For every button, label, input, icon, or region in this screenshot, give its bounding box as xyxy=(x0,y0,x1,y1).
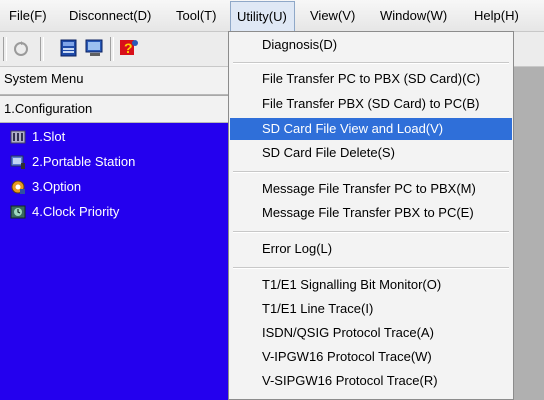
option-icon xyxy=(10,179,26,195)
menu-item-message-file-transfer-pbx-to-pc[interactable]: Message File Transfer PBX to PC(E) xyxy=(230,202,512,224)
menu-item-diagnosis[interactable]: Diagnosis(D) xyxy=(230,34,512,56)
utility-dropdown-menu: Diagnosis(D) File Transfer PC to PBX (SD… xyxy=(228,31,514,400)
background-area xyxy=(514,67,544,400)
clock-priority-icon xyxy=(10,204,26,220)
menu-item-message-file-transfer-pc-to-pbx[interactable]: Message File Transfer PC to PBX(M) xyxy=(230,178,512,200)
menu-separator xyxy=(233,267,509,269)
toolbar-grip xyxy=(3,37,7,61)
menu-item-t1e1-line-trace[interactable]: T1/E1 Line Trace(I) xyxy=(230,298,512,320)
menu-separator xyxy=(233,231,509,233)
menu-window[interactable]: Window(W) xyxy=(380,0,447,31)
tree-item-label: 4.Clock Priority xyxy=(32,204,120,219)
slot-icon xyxy=(10,129,26,145)
toolbar-right-area xyxy=(514,32,544,67)
menu-file[interactable]: File(F) xyxy=(9,0,47,31)
configuration-header[interactable]: 1.Configuration xyxy=(0,96,228,123)
menu-help[interactable]: Help(H) xyxy=(474,0,519,31)
connect-icon[interactable] xyxy=(10,37,32,59)
menu-item-isdn-qsig-protocol-trace[interactable]: ISDN/QSIG Protocol Trace(A) xyxy=(230,322,512,344)
tree-item-label: 1.Slot xyxy=(32,129,66,144)
portable-station-icon xyxy=(10,154,26,170)
menu-item-t1e1-signalling-bit-monitor[interactable]: T1/E1 Signalling Bit Monitor(O) xyxy=(230,274,512,296)
menu-item-file-transfer-pbx-to-pc[interactable]: File Transfer PBX (SD Card) to PC(B) xyxy=(230,93,512,115)
toolbar: ? xyxy=(0,32,228,67)
menu-tool[interactable]: Tool(T) xyxy=(176,0,216,31)
menu-item-sd-card-file-delete[interactable]: SD Card File Delete(S) xyxy=(230,142,512,164)
menu-item-v-ipgw16-protocol-trace[interactable]: V-IPGW16 Protocol Trace(W) xyxy=(230,346,512,368)
menu-separator xyxy=(233,171,509,173)
tree-item-label: 2.Portable Station xyxy=(32,154,136,169)
svg-text:?: ? xyxy=(124,40,133,56)
menu-utility[interactable]: Utility(U) xyxy=(230,1,295,31)
menu-bar: File(F) Disconnect(D) Tool(T) Utility(U)… xyxy=(0,0,544,32)
configuration-tree: 1.Slot 2.Portable Station 3.Option 4.Clo… xyxy=(0,123,228,400)
menu-item-error-log[interactable]: Error Log(L) xyxy=(230,238,512,260)
help-icon[interactable]: ? xyxy=(118,37,140,59)
menu-item-file-transfer-pc-to-pbx[interactable]: File Transfer PC to PBX (SD Card)(C) xyxy=(230,68,512,90)
system-menu-header: System Menu xyxy=(0,67,228,95)
toolbar-separator xyxy=(110,37,114,61)
tree-item-label: 3.Option xyxy=(32,179,82,194)
toolbar-separator xyxy=(40,37,44,61)
menu-item-sd-card-file-view-and-load[interactable]: SD Card File View and Load(V) xyxy=(230,118,512,140)
menu-disconnect[interactable]: Disconnect(D) xyxy=(69,0,151,31)
card-icon[interactable] xyxy=(58,37,80,59)
monitor-icon[interactable] xyxy=(84,37,106,59)
menu-separator xyxy=(233,62,509,64)
menu-item-v-sipgw16-protocol-trace[interactable]: V-SIPGW16 Protocol Trace(R) xyxy=(230,370,512,392)
menu-view[interactable]: View(V) xyxy=(310,0,355,31)
